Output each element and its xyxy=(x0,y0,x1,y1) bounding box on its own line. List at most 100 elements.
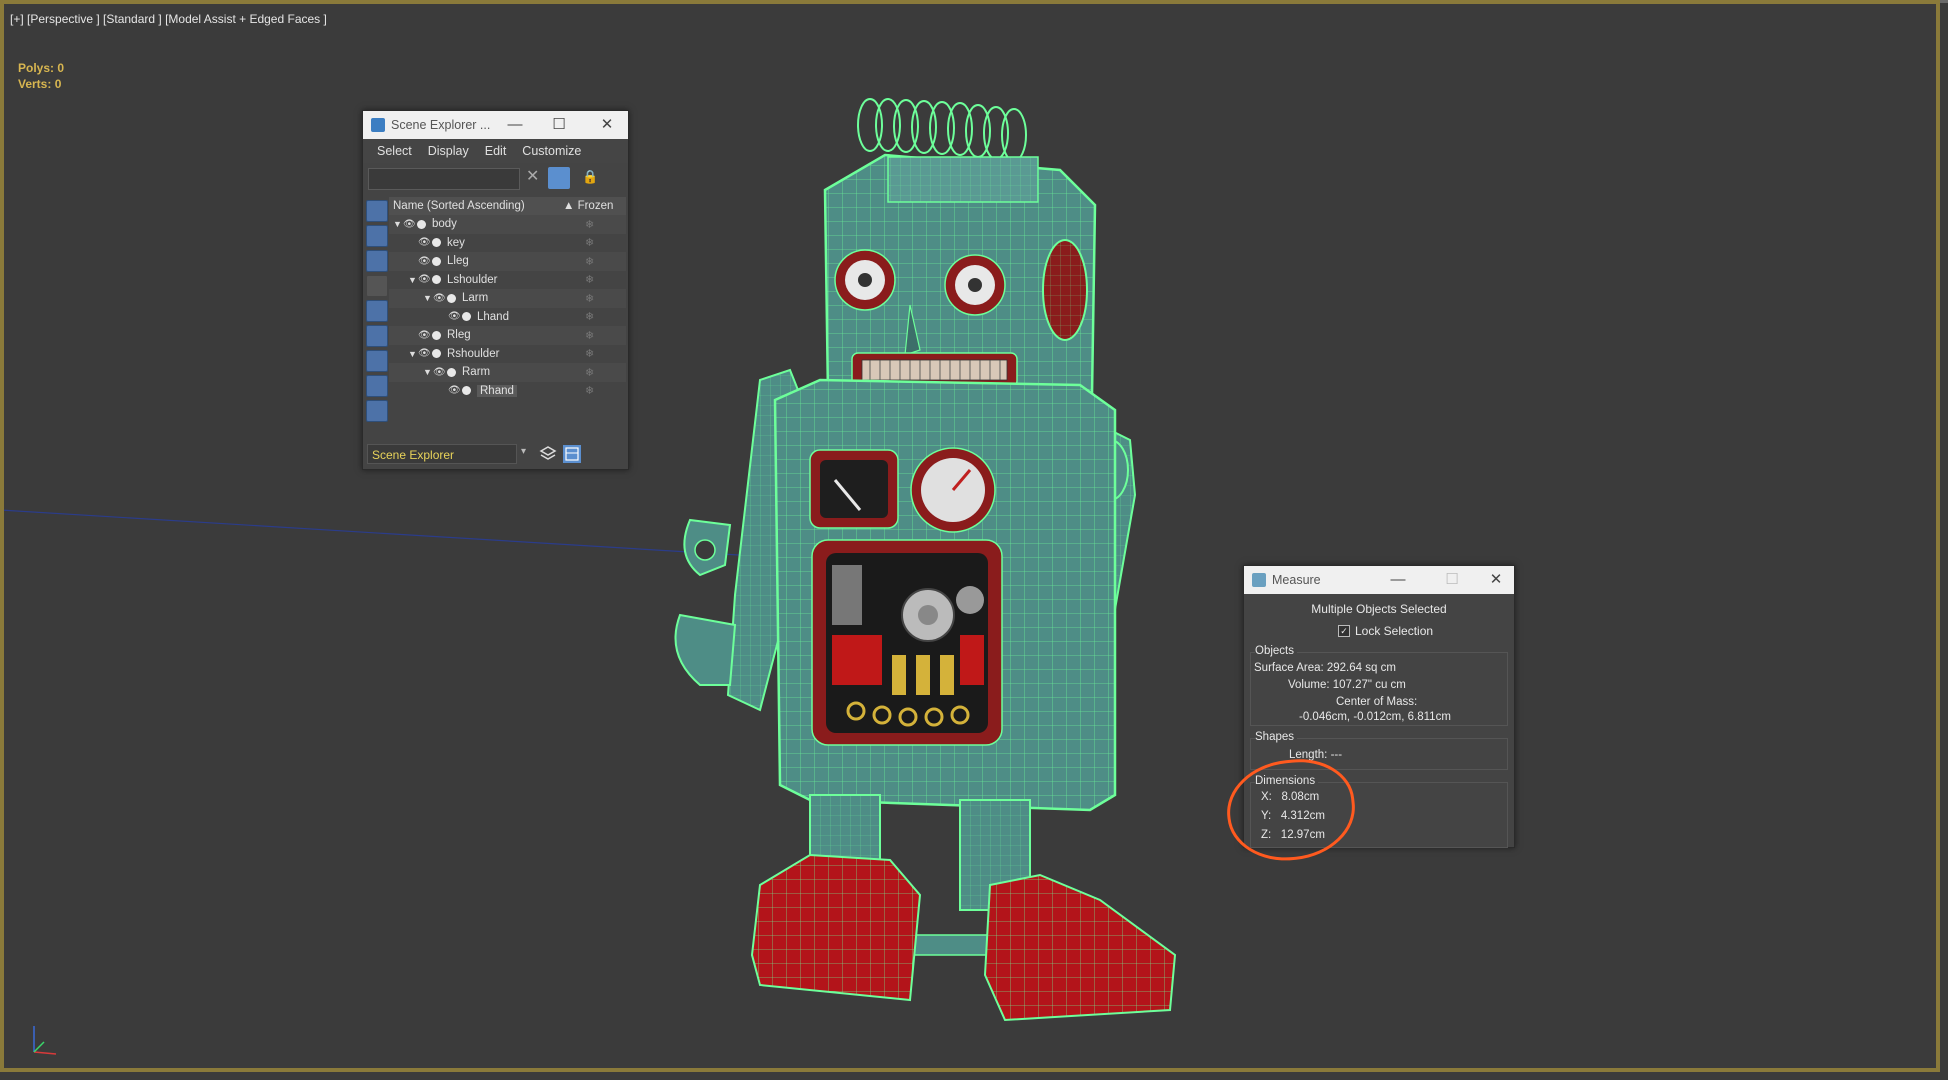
clear-search-icon[interactable]: ✕ xyxy=(526,166,539,186)
tree-row[interactable]: 👁 Lhand ❄ xyxy=(389,308,626,327)
render-dot-icon[interactable] xyxy=(417,219,426,229)
volume: Volume: 107.27" cu cm xyxy=(1288,679,1406,691)
robot-model[interactable] xyxy=(660,95,1220,1035)
name-column-header[interactable]: Name (Sorted Ascending) xyxy=(389,200,559,212)
freeze-icon[interactable]: ❄ xyxy=(585,292,594,305)
menu-select[interactable]: Select xyxy=(377,144,412,158)
render-dot-icon[interactable] xyxy=(462,312,471,322)
tree-row[interactable]: ▼ 👁 Larm ❄ xyxy=(389,289,626,308)
scene-explorer-window[interactable]: Scene Explorer ... — ☐ ✕ Select Display … xyxy=(362,110,629,470)
freeze-icon[interactable]: ❄ xyxy=(585,236,594,249)
menu-edit[interactable]: Edit xyxy=(485,144,507,158)
geometry-filter-icon[interactable] xyxy=(366,200,388,222)
scene-explorer-bottombar: Scene Explorer ▾ xyxy=(363,439,628,469)
tree-row[interactable]: ▼ 👁 Rarm ❄ xyxy=(389,363,626,382)
expand-triangle-icon[interactable]: ▼ xyxy=(408,275,418,285)
check-icon[interactable]: ✓ xyxy=(1338,625,1350,637)
tree-row[interactable]: 👁 Rleg ❄ xyxy=(389,326,626,345)
eye-icon[interactable]: 👁 xyxy=(448,385,462,396)
measure-titlebar[interactable]: Measure — ☐ ✕ xyxy=(1244,566,1514,594)
layers-icon[interactable] xyxy=(539,445,557,463)
eye-icon[interactable]: 👁 xyxy=(418,237,432,248)
tree-row[interactable]: ▼ 👁 Rshoulder ❄ xyxy=(389,345,626,364)
helpers-filter-icon[interactable] xyxy=(366,300,388,322)
cameras-filter-icon[interactable] xyxy=(366,275,388,297)
freeze-icon[interactable]: ❄ xyxy=(585,255,594,268)
measure-app-icon xyxy=(1252,573,1266,587)
freeze-icon[interactable]: ❄ xyxy=(585,273,594,286)
eye-icon[interactable]: 👁 xyxy=(448,311,462,322)
minimize-icon[interactable]: — xyxy=(1386,570,1410,590)
eye-icon[interactable]: 👁 xyxy=(418,274,432,285)
xrefs-filter-icon[interactable] xyxy=(366,375,388,397)
selection-status: Multiple Objects Selected xyxy=(1311,602,1447,616)
tree-row-name: Larm xyxy=(462,292,489,305)
eye-icon[interactable]: 👁 xyxy=(418,256,432,267)
search-row: ✕ 🔒 xyxy=(363,163,628,191)
lock-selection-checkbox[interactable]: ✓ Lock Selection xyxy=(1338,624,1514,638)
expand-triangle-icon[interactable]: ▼ xyxy=(393,219,403,229)
tree-header: Name (Sorted Ascending) ▲ Frozen xyxy=(389,197,626,215)
menu-customize[interactable]: Customize xyxy=(522,144,581,158)
center-of-mass-value: -0.046cm, -0.012cm, 6.811cm xyxy=(1299,711,1451,723)
render-dot-icon[interactable] xyxy=(462,386,471,396)
tree-row-name: Rarm xyxy=(462,366,491,379)
surface-area: Surface Area: 292.64 sq cm xyxy=(1254,662,1396,674)
frozen-column-header[interactable]: ▲ Frozen xyxy=(559,200,613,212)
freeze-icon[interactable]: ❄ xyxy=(585,329,594,342)
render-dot-icon[interactable] xyxy=(432,330,441,340)
eye-icon[interactable]: 👁 xyxy=(433,293,447,304)
tree-row-name: Rhand xyxy=(477,384,517,397)
tree-row[interactable]: 👁 Rhand ❄ xyxy=(389,382,626,401)
axis-gizmo xyxy=(33,1026,57,1055)
render-dot-icon[interactable] xyxy=(447,293,456,303)
app-icon xyxy=(371,118,385,132)
groups-filter-icon[interactable] xyxy=(366,350,388,372)
maximize-icon[interactable]: ☐ xyxy=(547,115,571,135)
lock-icon[interactable]: 🔒 xyxy=(582,169,598,185)
render-dot-icon[interactable] xyxy=(432,349,441,359)
freeze-icon[interactable]: ❄ xyxy=(585,310,594,323)
expand-triangle-icon[interactable]: ▼ xyxy=(423,293,433,303)
freeze-icon[interactable]: ❄ xyxy=(585,384,594,397)
menu-display[interactable]: Display xyxy=(428,144,469,158)
display-filter-toolbar xyxy=(363,197,389,447)
render-dot-icon[interactable] xyxy=(432,275,441,285)
explorer-dropdown[interactable]: Scene Explorer xyxy=(367,444,517,464)
minimize-icon[interactable]: — xyxy=(503,115,527,135)
tree-row[interactable]: ▼ 👁 Lshoulder ❄ xyxy=(389,271,626,290)
eye-icon[interactable]: 👁 xyxy=(433,367,447,378)
objects-group: Objects Surface Area: 292.64 sq cm Volum… xyxy=(1250,645,1508,726)
render-dot-icon[interactable] xyxy=(447,367,456,377)
scene-explorer-titlebar[interactable]: Scene Explorer ... — ☐ ✕ xyxy=(363,111,628,139)
shapes-filter-icon[interactable] xyxy=(366,225,388,247)
expand-triangle-icon[interactable]: ▼ xyxy=(408,349,418,359)
freeze-icon[interactable]: ❄ xyxy=(585,218,594,231)
close-icon[interactable]: ✕ xyxy=(1484,570,1508,590)
render-dot-icon[interactable] xyxy=(432,238,441,248)
maximize-icon: ☐ xyxy=(1445,571,1459,588)
spacewarps-filter-icon[interactable] xyxy=(366,325,388,347)
tree-row-name: Lleg xyxy=(447,255,469,268)
tree-row[interactable]: 👁 Lleg ❄ xyxy=(389,252,626,271)
close-icon[interactable]: ✕ xyxy=(595,115,619,135)
objects-group-title: Objects xyxy=(1255,645,1297,657)
tree-row-name: Lshoulder xyxy=(447,273,498,286)
filter-icon[interactable] xyxy=(548,167,570,189)
search-input[interactable] xyxy=(368,168,520,190)
tree-row[interactable]: ▼ 👁 body ❄ xyxy=(389,215,626,234)
viewport-perspective[interactable]: [+] [Perspective ] [Standard ] [Model As… xyxy=(0,0,1948,1080)
freeze-icon[interactable]: ❄ xyxy=(585,347,594,360)
chevron-down-icon[interactable]: ▾ xyxy=(521,446,526,457)
bones-filter-icon[interactable] xyxy=(366,400,388,422)
center-of-mass-label: Center of Mass: xyxy=(1336,696,1418,708)
tree-row[interactable]: 👁 key ❄ xyxy=(389,234,626,253)
expand-triangle-icon[interactable]: ▼ xyxy=(423,367,433,377)
eye-icon[interactable]: 👁 xyxy=(418,348,432,359)
lights-filter-icon[interactable] xyxy=(366,250,388,272)
hierarchy-icon[interactable] xyxy=(563,445,581,463)
eye-icon[interactable]: 👁 xyxy=(403,219,417,230)
freeze-icon[interactable]: ❄ xyxy=(585,366,594,379)
eye-icon[interactable]: 👁 xyxy=(418,330,432,341)
render-dot-icon[interactable] xyxy=(432,256,441,266)
